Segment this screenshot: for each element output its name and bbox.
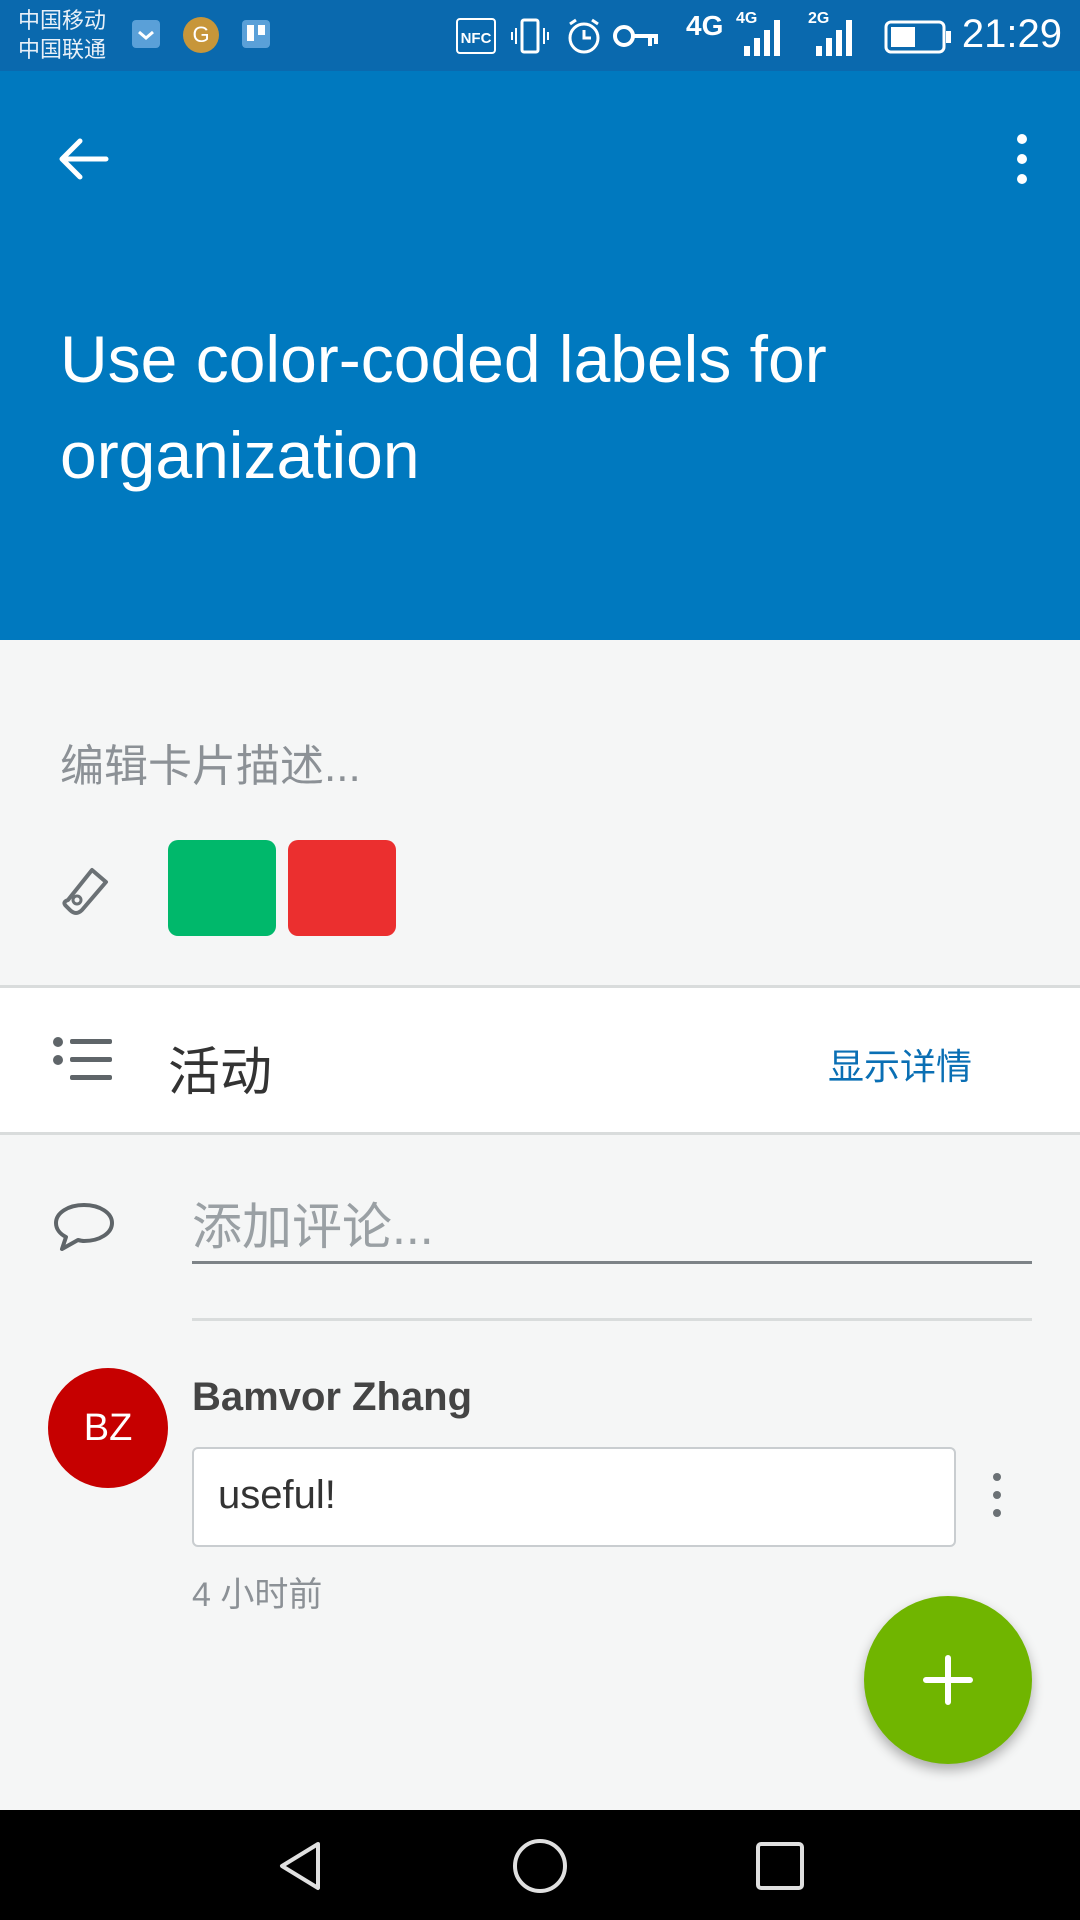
comment-text[interactable]: useful! bbox=[192, 1447, 956, 1547]
label-red[interactable] bbox=[288, 840, 396, 936]
show-details-button[interactable]: 显示详情 bbox=[828, 1038, 972, 1090]
comment-input-wrapper bbox=[192, 1195, 1032, 1264]
alarm-icon bbox=[568, 18, 600, 54]
vibrate-icon bbox=[511, 18, 549, 54]
carrier-info: 中国移动 中国联通 bbox=[18, 6, 106, 64]
vpn-key-icon bbox=[613, 25, 658, 47]
card-title[interactable]: Use color-coded labels for organization bbox=[60, 311, 1020, 503]
arrow-left-icon bbox=[59, 138, 109, 180]
divider bbox=[192, 1318, 1032, 1321]
speech-bubble-icon bbox=[54, 1203, 114, 1251]
back-button[interactable] bbox=[52, 127, 116, 191]
trello-icon bbox=[242, 20, 270, 48]
signal-icon-1 bbox=[744, 20, 780, 56]
status-bar: 中国移动 中国联通 G NFC 4G 4G 2G 21:29 bbox=[0, 0, 1080, 71]
carrier-1: 中国移动 bbox=[18, 8, 107, 33]
svg-text:G: G bbox=[192, 22, 209, 47]
carrier-2: 中国联通 bbox=[18, 37, 107, 62]
tag-icon bbox=[62, 868, 108, 915]
more-vertical-icon bbox=[1017, 134, 1027, 184]
clock: 21:29 bbox=[961, 12, 1062, 56]
more-vertical-icon[interactable] bbox=[982, 1467, 1012, 1527]
comment-timestamp: 4 小时前 bbox=[192, 1576, 323, 1614]
description-field[interactable]: 编辑卡片描述... bbox=[60, 730, 361, 794]
activity-title: 活动 bbox=[168, 1044, 273, 1102]
battery-icon bbox=[884, 20, 951, 54]
list-icon bbox=[53, 1037, 112, 1080]
nav-back-icon[interactable] bbox=[270, 1836, 330, 1896]
label-green[interactable] bbox=[168, 840, 276, 936]
comment-input[interactable] bbox=[192, 1195, 1032, 1259]
add-fab-button[interactable] bbox=[864, 1596, 1032, 1764]
avatar[interactable]: BZ bbox=[48, 1368, 168, 1488]
nav-recents-icon[interactable] bbox=[750, 1836, 810, 1896]
system-navigation-bar bbox=[0, 1810, 1080, 1920]
notification-g-icon: G bbox=[183, 17, 219, 53]
network-type-1: 4G bbox=[686, 10, 724, 41]
card-header: Use color-coded labels for organization bbox=[0, 71, 1080, 640]
overflow-menu-button[interactable] bbox=[990, 127, 1054, 191]
nfc-icon: NFC bbox=[456, 18, 496, 54]
plus-icon bbox=[923, 1655, 973, 1705]
nav-home-icon[interactable] bbox=[510, 1836, 570, 1896]
card-details: 编辑卡片描述... bbox=[0, 640, 1080, 988]
comment-author: Bamvor Zhang bbox=[192, 1375, 473, 1419]
notification-app-icon bbox=[132, 20, 160, 48]
signal-icon-2 bbox=[816, 20, 852, 56]
svg-text:NFC: NFC bbox=[461, 30, 492, 47]
activity-header: 活动 显示详情 bbox=[0, 988, 1080, 1135]
